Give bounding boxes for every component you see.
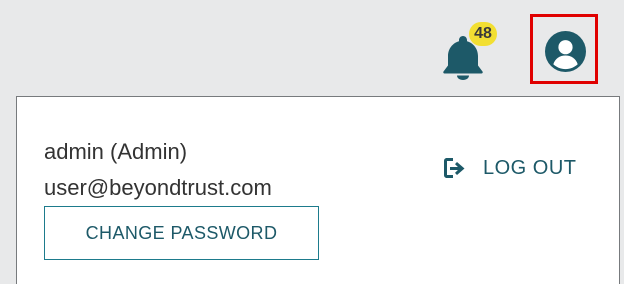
logout-button[interactable]: LOG OUT [443,151,607,185]
sign-out-icon [444,158,465,178]
notifications-button[interactable]: 48 [441,22,513,80]
logout-label: LOG OUT [483,157,577,179]
profile-button[interactable] [530,14,598,84]
account-dropdown: admin (Admin) user@beyondtrust.com CHANG… [16,96,620,284]
page: 48 admin (Admin) user@beyondtrust.com CH… [0,0,624,284]
user-circle-icon [545,31,586,72]
notification-count-badge: 48 [469,22,497,46]
account-email: user@beyondtrust.com [44,175,272,200]
header-actions: 48 [0,0,624,96]
account-name: admin (Admin) [44,139,188,164]
change-password-button[interactable]: CHANGE PASSWORD [44,206,319,260]
